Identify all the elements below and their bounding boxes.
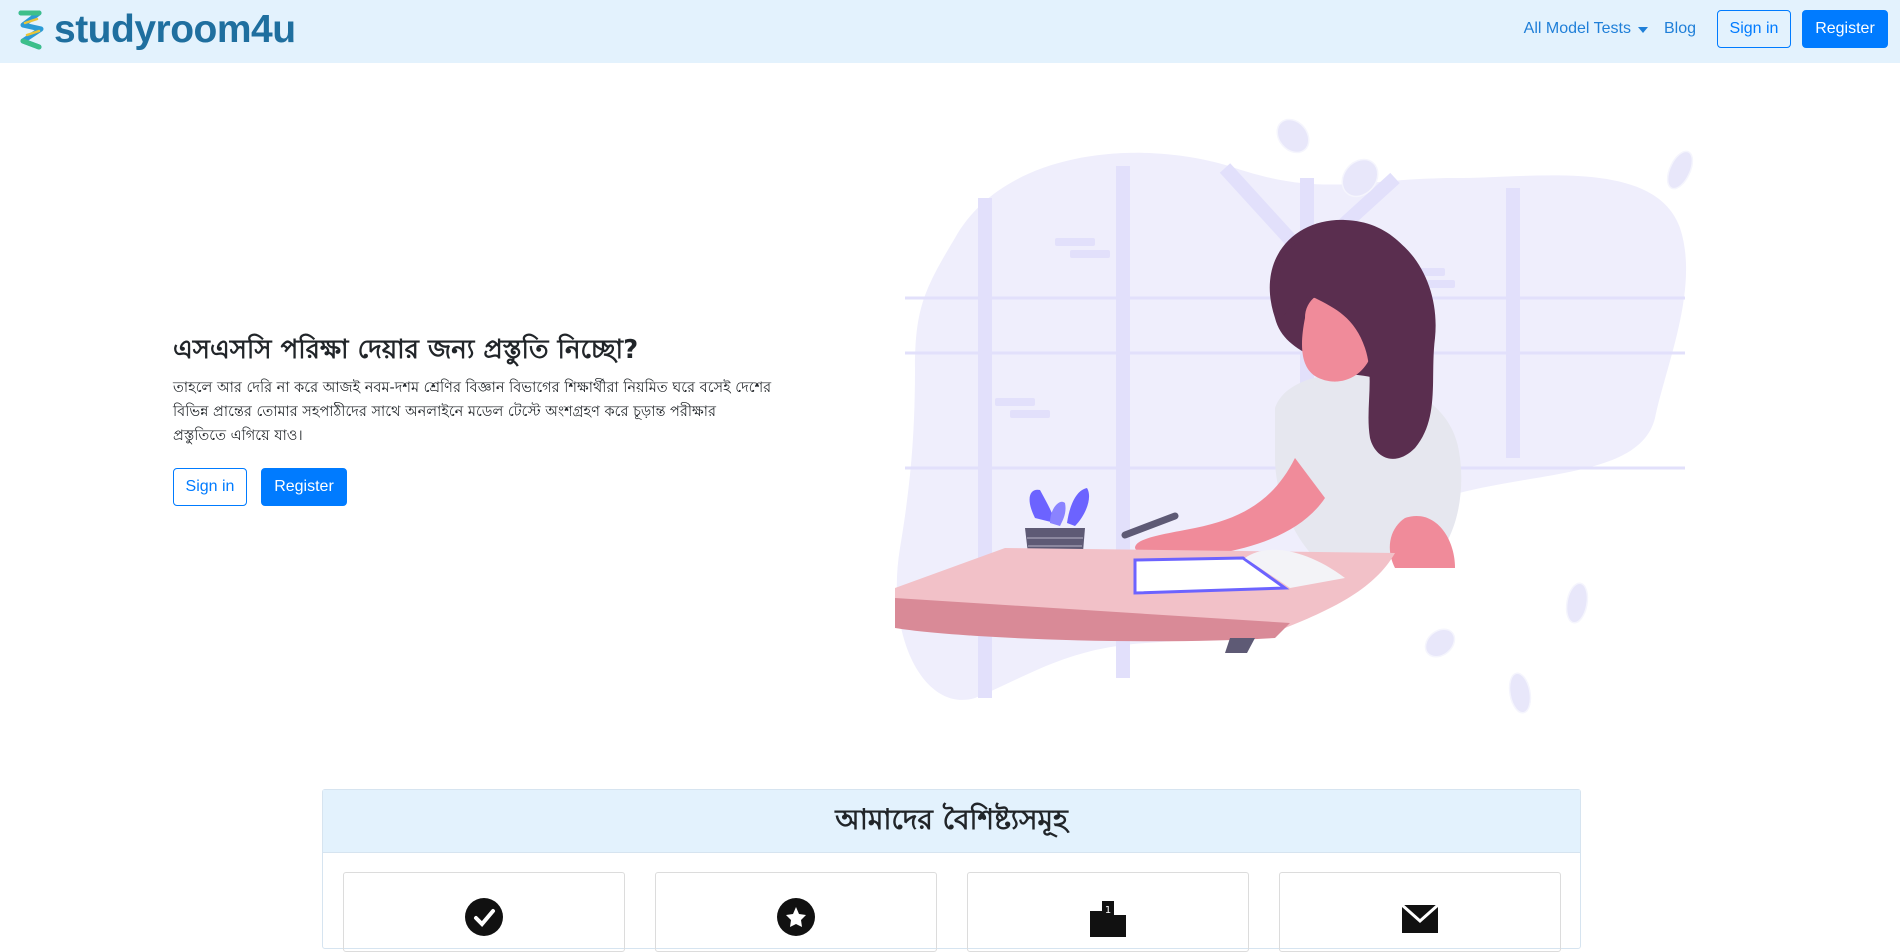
brand-link[interactable]: studyroom4u bbox=[15, 8, 296, 52]
award-icon bbox=[777, 898, 815, 936]
feature-card bbox=[343, 872, 625, 952]
svg-text:1: 1 bbox=[1105, 905, 1111, 916]
feature-card bbox=[655, 872, 937, 952]
hero-register-button[interactable]: Register bbox=[261, 468, 347, 506]
features-header: আমাদের বৈশিষ্ট্যসমূহ bbox=[323, 790, 1580, 853]
studyroom-logo-icon bbox=[18, 10, 44, 50]
features-title: আমাদের বৈশিষ্ট্যসমূহ bbox=[835, 802, 1068, 836]
hero-section: এসএসসি পরিক্ষা দেয়ার জন্য প্রস্তুতি নিচ… bbox=[173, 330, 773, 506]
studying-girl-illustration bbox=[895, 118, 1694, 714]
navbar: studyroom4u All Model Tests Blog Sign in… bbox=[0, 0, 1900, 63]
check-circle-icon bbox=[465, 898, 503, 936]
nav-signin-button[interactable]: Sign in bbox=[1717, 10, 1791, 48]
feature-card: 1 bbox=[967, 872, 1249, 952]
hero-title: এসএসসি পরিক্ষা দেয়ার জন্য প্রস্তুতি নিচ… bbox=[173, 335, 639, 365]
podium-icon: 1 bbox=[1090, 901, 1126, 937]
model-tests-dropdown[interactable]: All Model Tests bbox=[1524, 20, 1648, 38]
hero-buttons: Sign in Register bbox=[173, 468, 773, 506]
hero-signin-button[interactable]: Sign in bbox=[173, 468, 247, 506]
nav-menu: All Model Tests Blog Sign in Register bbox=[1524, 9, 1888, 49]
brand-name: studyroom4u bbox=[54, 8, 296, 51]
feature-card bbox=[1279, 872, 1561, 952]
envelope-icon bbox=[1401, 903, 1439, 933]
blog-link[interactable]: Blog bbox=[1664, 20, 1696, 38]
model-tests-label: All Model Tests bbox=[1523, 20, 1631, 37]
hero-description: তাহলে আর দেরি না করে আজই নবম-দশম শ্রেণির… bbox=[173, 380, 772, 444]
features-panel: আমাদের বৈশিষ্ট্যসমূহ 1 bbox=[322, 789, 1581, 952]
feature-cards: 1 bbox=[343, 872, 1561, 952]
nav-register-button[interactable]: Register bbox=[1802, 10, 1888, 48]
caret-down-icon bbox=[1637, 27, 1648, 33]
